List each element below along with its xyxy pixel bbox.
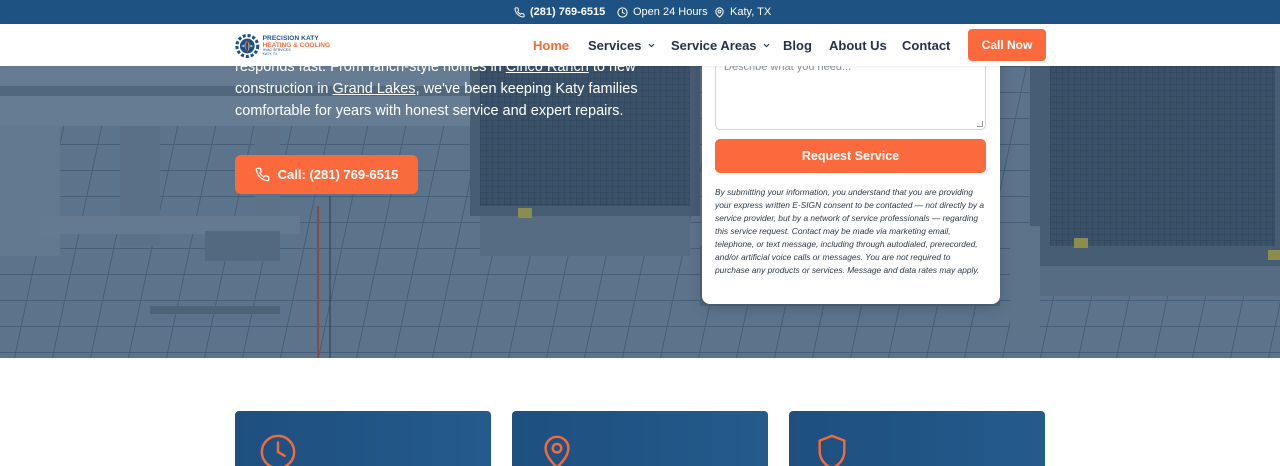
topbar-location-text: Katy, TX xyxy=(730,6,772,18)
chevron-down-icon xyxy=(648,43,654,47)
nav-home-label: Home xyxy=(533,37,570,53)
consent-disclaimer: By submitting your information, you unde… xyxy=(715,187,985,275)
nav-contact[interactable]: Contact xyxy=(902,24,950,66)
top-info-bar: (281) 769-6515 Open 24 Hours Katy, TX xyxy=(0,0,1280,24)
request-service-button[interactable]: Request Service xyxy=(715,139,986,173)
feature-card-24-hours xyxy=(235,411,491,466)
call-now-button[interactable]: Call Now xyxy=(968,29,1046,61)
hero-call-button[interactable]: Call: (281) 769-6515 xyxy=(235,155,418,194)
hero-section: responds fast. From ranch-style homes in… xyxy=(0,66,1280,358)
phone-icon xyxy=(514,6,525,18)
topbar-hours-text: Open 24 Hours xyxy=(633,6,708,18)
phone-icon xyxy=(255,167,270,182)
shield-icon xyxy=(818,434,846,466)
feature-card-location xyxy=(512,411,768,466)
map-pin-icon xyxy=(544,435,570,466)
logo-text: PRECISION KATY HEATING & COOLING HVAC SE… xyxy=(262,35,330,56)
nav-about-us[interactable]: About Us xyxy=(829,24,887,66)
logo-gear-icon xyxy=(235,34,260,58)
nav-services-label: Services xyxy=(588,37,642,53)
site-logo[interactable]: PRECISION KATY HEATING & COOLING HVAC SE… xyxy=(235,32,330,60)
nav-contact-label: Contact xyxy=(902,37,951,53)
link-grand-lakes[interactable]: Grand Lakes xyxy=(333,81,416,97)
clock-icon xyxy=(260,434,296,466)
nav-blog[interactable]: Blog xyxy=(783,24,812,66)
nav-services[interactable]: Services xyxy=(588,24,656,66)
chevron-down-icon xyxy=(763,43,769,47)
topbar-phone-text: (281) 769-6515 xyxy=(530,6,606,18)
feature-card-guarantee xyxy=(789,411,1045,466)
nav-blog-label: Blog xyxy=(783,37,812,53)
site-header: PRECISION KATY HEATING & COOLING HVAC SE… xyxy=(0,24,1280,66)
topbar-phone[interactable]: (281) 769-6515 xyxy=(514,0,605,24)
link-cinco-ranch[interactable]: Cinco Ranch xyxy=(506,66,589,75)
nav-service-areas[interactable]: Service Areas xyxy=(671,24,771,66)
clock-icon xyxy=(617,6,628,18)
topbar-hours: Open 24 Hours xyxy=(617,0,708,24)
logo-line-4: KATY, TX xyxy=(262,51,278,56)
nav-home[interactable]: Home xyxy=(533,24,569,66)
nav-about-label: About Us xyxy=(829,37,887,53)
map-pin-icon xyxy=(715,6,724,18)
nav-service-areas-label: Service Areas xyxy=(671,37,757,53)
topbar-location: Katy, TX xyxy=(714,0,771,24)
hero-text-part-1: responds fast. From ranch-style homes in xyxy=(235,66,506,75)
hero-call-label: Call: (281) 769-6515 xyxy=(277,167,399,182)
service-request-form: Describe what you need... Request Servic… xyxy=(702,40,1000,304)
hero-description: responds fast. From ranch-style homes in… xyxy=(235,66,655,122)
